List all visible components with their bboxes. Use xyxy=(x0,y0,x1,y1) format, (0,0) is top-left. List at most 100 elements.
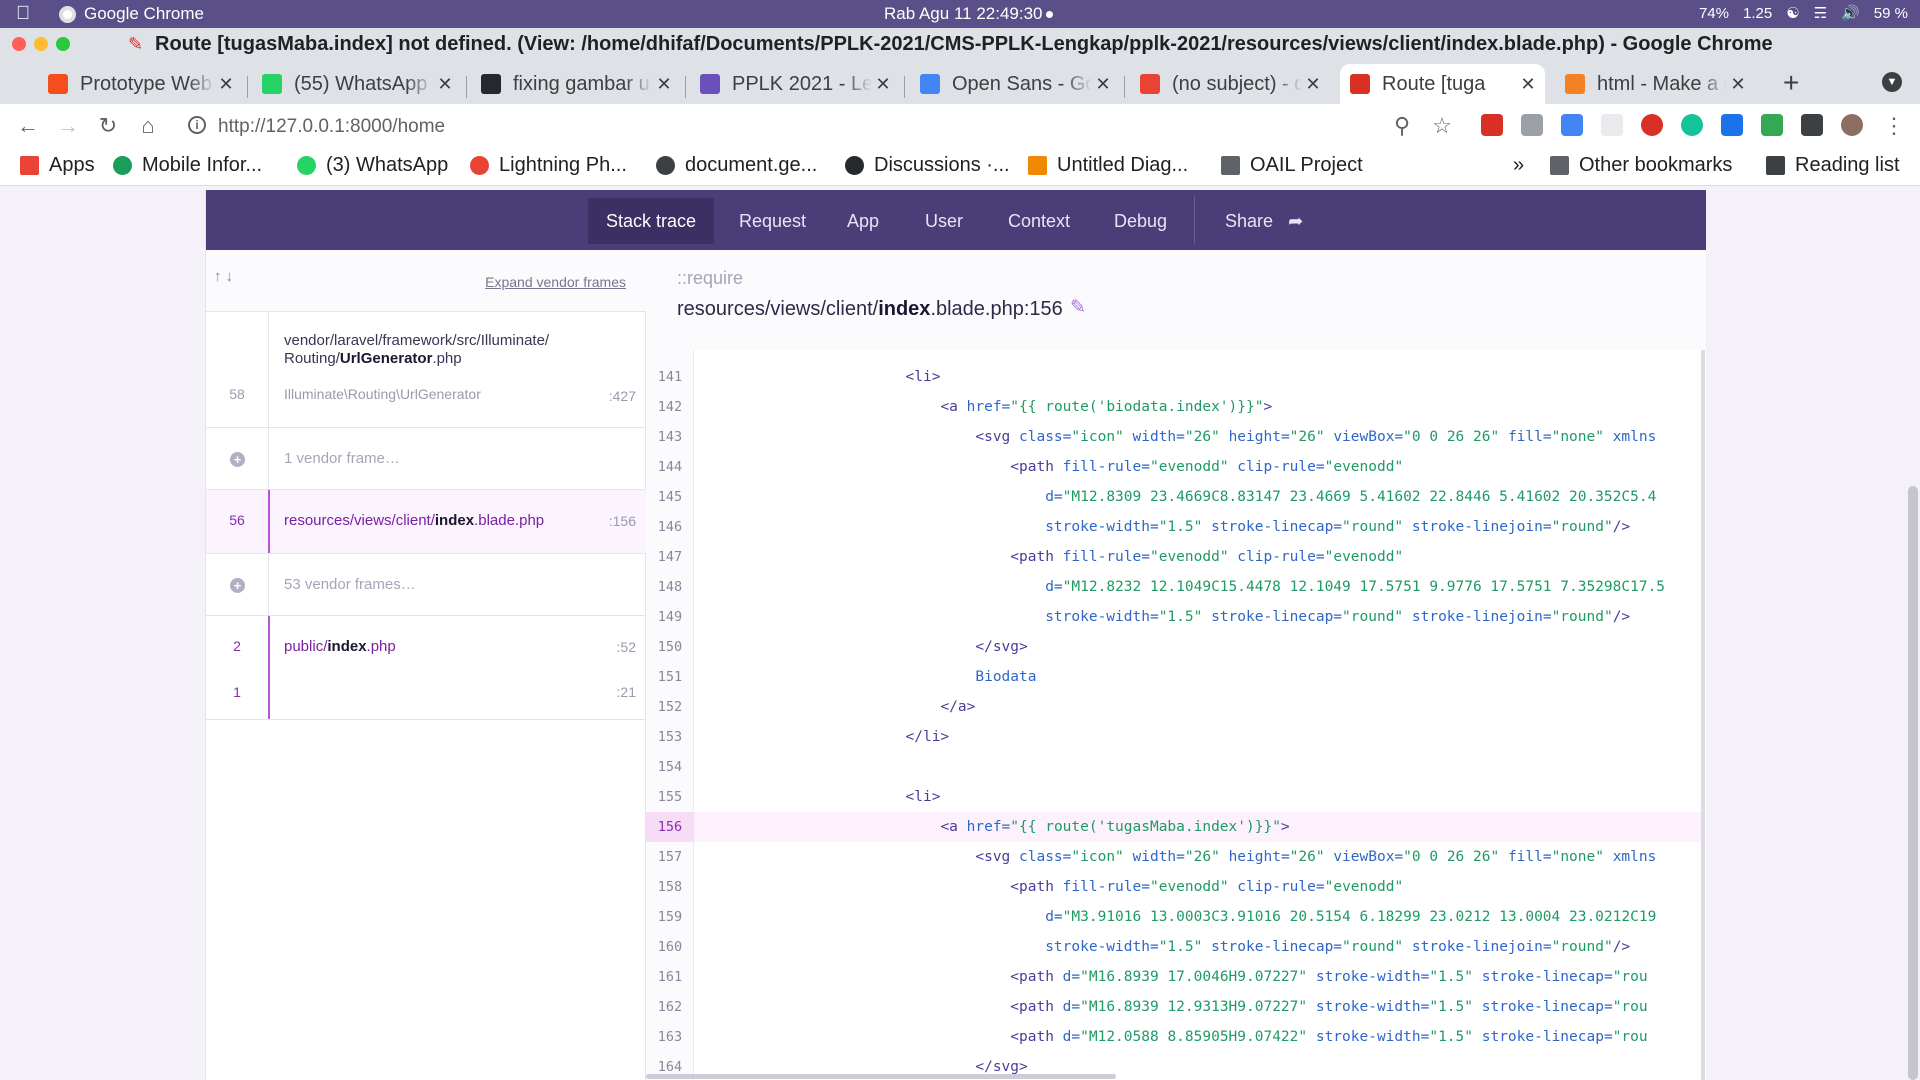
stack-frame-row-selected[interactable]: 56 resources/views/client/index.blade.ph… xyxy=(206,490,646,554)
reading-list-icon xyxy=(1766,156,1785,175)
accessibility-icon[interactable]: ☯ xyxy=(1786,4,1799,22)
code-text: <li> xyxy=(905,789,941,805)
close-tab-icon[interactable]: ✕ xyxy=(1727,74,1749,95)
address-bar[interactable]: i http://127.0.0.1:8000/home xyxy=(180,109,1420,145)
close-window-button[interactable] xyxy=(12,37,26,51)
bookmark-item[interactable]: Untitled Diag... xyxy=(1028,154,1188,177)
adblock-plus-icon[interactable] xyxy=(1641,114,1663,136)
other-bookmarks-folder[interactable]: Other bookmarks xyxy=(1550,154,1732,177)
bookmark-item[interactable]: Discussions ·... xyxy=(845,154,1010,177)
stack-frame-row[interactable]: vendor/laravel/framework/src/Illuminate/… xyxy=(206,312,646,428)
close-tab-icon[interactable]: ✕ xyxy=(215,74,237,95)
close-tab-icon[interactable]: ✕ xyxy=(1517,74,1539,95)
bookmark-item[interactable]: OAIL Project xyxy=(1221,154,1363,177)
bookmark-item[interactable]: Apps xyxy=(20,154,95,177)
code-line: 149 stroke-width="1.5" stroke-linecap="r… xyxy=(646,602,1702,632)
extension-icon[interactable] xyxy=(1481,114,1503,136)
line-number: 146 xyxy=(657,519,683,535)
close-tab-icon[interactable]: ✕ xyxy=(434,74,456,95)
frame-divider xyxy=(268,616,270,678)
line-number: 161 xyxy=(657,969,683,985)
code-text: stroke-width="1.5" stroke-linecap="round… xyxy=(1045,939,1631,955)
code-horizontal-scrollbar[interactable] xyxy=(646,1074,1116,1079)
tab-debug[interactable]: Debug xyxy=(1096,198,1185,244)
bookmark-item[interactable]: document.ge... xyxy=(656,154,817,177)
code-lines[interactable]: 141 <li> 142 <a href="{{ route('biodata.i… xyxy=(646,350,1706,1080)
maximize-window-button[interactable] xyxy=(56,37,70,51)
browser-tab[interactable]: Route [tuga ✕ xyxy=(1340,64,1545,104)
google-icon xyxy=(470,156,489,175)
home-icon[interactable]: ⌂ xyxy=(134,112,162,140)
tab-request[interactable]: Request xyxy=(721,198,824,244)
edit-pencil-icon[interactable]: ✎ xyxy=(1070,296,1086,319)
code-vertical-scrollbar[interactable] xyxy=(1701,350,1705,1080)
site-info-icon[interactable]: i xyxy=(188,116,206,134)
close-tab-icon[interactable]: ✕ xyxy=(1092,74,1114,95)
chrome-menu-icon[interactable]: ⋮ xyxy=(1880,112,1908,140)
share-button[interactable]: Share ➦ xyxy=(1207,198,1321,244)
frame-line: :427 xyxy=(608,388,636,404)
browser-tab[interactable]: Open Sans - Go ✕ xyxy=(910,64,1120,104)
zoom-icon[interactable]: ⚲ xyxy=(1388,112,1416,140)
extension-icon[interactable] xyxy=(1761,114,1783,136)
wifi-icon[interactable]: ☴ xyxy=(1814,4,1827,22)
tab-search-icon[interactable]: ▼ xyxy=(1882,72,1902,92)
extensions-puzzle-icon[interactable] xyxy=(1801,114,1823,136)
close-tab-icon[interactable]: ✕ xyxy=(1302,74,1324,95)
line-number: 143 xyxy=(657,429,683,445)
code-text: <svg class="icon" width="26" height="26"… xyxy=(975,429,1657,445)
tab-title: Prototype Web xyxy=(80,72,212,95)
frame-class: Illuminate\Routing\UrlGenerator xyxy=(284,386,481,402)
bookmark-item[interactable]: Mobile Infor... xyxy=(113,154,262,177)
reading-list-button[interactable]: Reading list xyxy=(1766,154,1900,177)
vendor-frames-toggle[interactable]: + 53 vendor frames… xyxy=(206,554,646,616)
snippet-file-path: resources/views/client/index.blade.php:1… xyxy=(677,298,1063,320)
bookmark-star-icon[interactable]: ☆ xyxy=(1428,112,1456,140)
browser-tab[interactable]: fixing gambar u ✕ xyxy=(471,64,681,104)
apple-icon[interactable]:  xyxy=(16,3,30,25)
stack-frame-row[interactable]: 1 :21 xyxy=(206,678,646,720)
stack-frame-row[interactable]: 2 public/index.php :52 xyxy=(206,616,646,678)
browser-tab[interactable]: html - Make a c ✕ xyxy=(1555,64,1755,104)
minimize-window-button[interactable] xyxy=(34,37,48,51)
code-line: 143 <svg class="icon" width="26" height=… xyxy=(646,422,1702,452)
browser-tab[interactable]: PPLK 2021 - Le ✕ xyxy=(690,64,900,104)
more-bookmarks-button[interactable]: » xyxy=(1513,154,1524,177)
line-number: 163 xyxy=(657,1029,683,1045)
active-app-name[interactable]: Google Chrome xyxy=(84,4,204,24)
close-tab-icon[interactable]: ✕ xyxy=(872,74,894,95)
bookmark-item[interactable]: (3) WhatsApp xyxy=(297,154,448,177)
close-tab-icon[interactable]: ✕ xyxy=(653,74,675,95)
forward-icon[interactable]: → xyxy=(54,112,82,140)
grammarly-icon[interactable] xyxy=(1681,114,1703,136)
bookmark-item[interactable]: Lightning Ph... xyxy=(470,154,627,177)
extension-icon[interactable] xyxy=(1521,114,1543,136)
tab-app[interactable]: App xyxy=(829,198,897,244)
tab-context[interactable]: Context xyxy=(990,198,1088,244)
status-area[interactable]: 74% 1.25 ☯ ☴ 🔊 59 % xyxy=(1699,4,1908,23)
system-clock[interactable]: Rab Agu 11 22:49:30 xyxy=(884,4,1043,24)
vendor-frames-toggle[interactable]: + 1 vendor frame… xyxy=(206,428,646,490)
back-icon[interactable]: ← xyxy=(14,112,42,140)
tab-stack-trace[interactable]: Stack trace xyxy=(588,198,715,244)
profile-avatar[interactable] xyxy=(1841,114,1863,136)
url-text[interactable]: http://127.0.0.1:8000/home xyxy=(218,116,445,138)
page-scrollbar[interactable] xyxy=(1908,486,1918,1080)
line-number: 157 xyxy=(657,849,683,865)
browser-tab[interactable]: (55) WhatsApp ✕ xyxy=(252,64,462,104)
extension-icon[interactable] xyxy=(1721,114,1743,136)
volume-icon[interactable]: 🔊 xyxy=(1841,4,1860,22)
bookmark-label: Untitled Diag... xyxy=(1057,154,1189,176)
extension-icon[interactable] xyxy=(1601,114,1623,136)
snippet-header: ::require resources/views/client/index.b… xyxy=(646,250,1706,350)
browser-tab[interactable]: Prototype Web ✕ xyxy=(38,64,243,104)
code-line: 147 <path fill-rule="evenodd" clip-rule=… xyxy=(646,542,1702,572)
frame-navigation-arrows-icon[interactable]: ↑↓ xyxy=(214,268,237,285)
whatsapp-icon xyxy=(297,156,316,175)
browser-tab[interactable]: (no subject) - d ✕ xyxy=(1130,64,1330,104)
google-translate-icon[interactable] xyxy=(1561,114,1583,136)
tab-user[interactable]: User xyxy=(907,198,981,244)
reload-icon[interactable]: ↻ xyxy=(94,112,122,140)
expand-vendor-frames-link[interactable]: Expand vendor frames xyxy=(485,274,626,290)
new-tab-button[interactable]: + xyxy=(1783,67,1799,99)
